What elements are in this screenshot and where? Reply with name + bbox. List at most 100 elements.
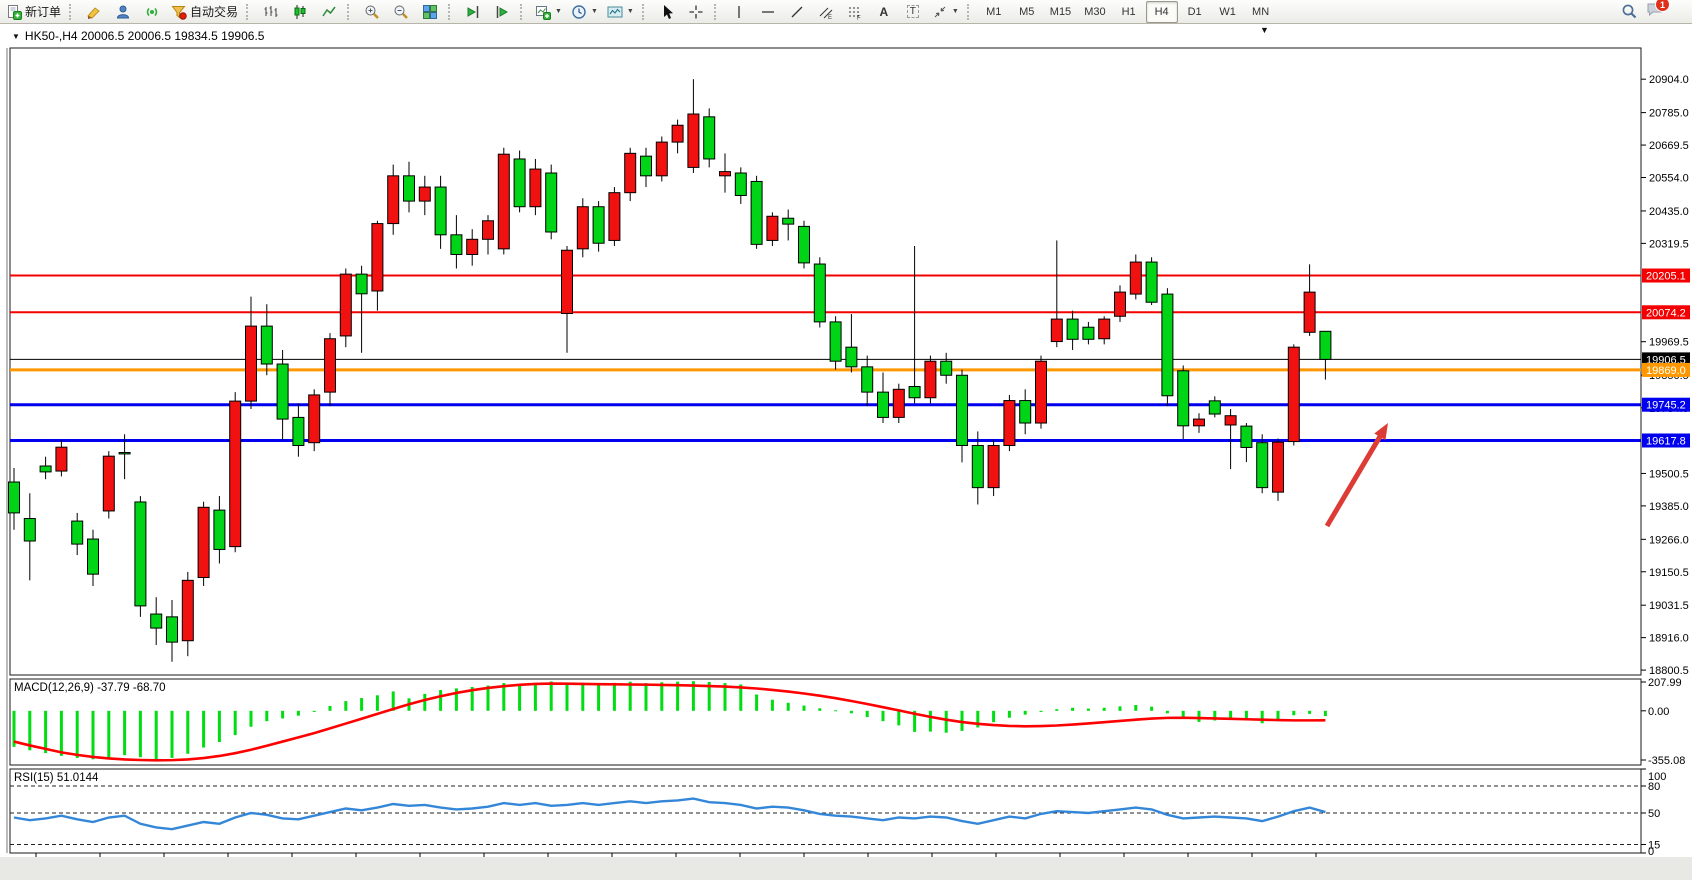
auto-trading-button[interactable]: 自动交易: [167, 1, 242, 23]
svg-text:20319.5: 20319.5: [1649, 238, 1689, 250]
svg-text:19031.5: 19031.5: [1649, 600, 1689, 612]
period-button[interactable]: ▼: [567, 1, 602, 23]
fibonacci-tool-button[interactable]: F: [841, 1, 869, 23]
crayon-button[interactable]: [80, 1, 108, 23]
toolbar-grip: [967, 4, 974, 20]
person-icon: [115, 4, 131, 20]
svg-text:207.99: 207.99: [1648, 677, 1682, 689]
zoom-in-button[interactable]: [358, 1, 386, 23]
svg-text:18800.5: 18800.5: [1649, 665, 1689, 677]
toolbar-grip: [246, 4, 253, 20]
horizontal-line-tool-button[interactable]: [754, 1, 782, 23]
vertical-line-tool-button[interactable]: [725, 1, 753, 23]
rsi-label: RSI(15) 51.0144: [14, 772, 99, 784]
channel-tool-button[interactable]: E: [812, 1, 840, 23]
notifications-button[interactable]: 1: [1646, 1, 1664, 22]
timeframe-button-H1[interactable]: H1: [1113, 1, 1145, 23]
clock-icon: [571, 4, 587, 20]
timeframe-button-MN[interactable]: MN: [1245, 1, 1277, 23]
svg-text:19385.0: 19385.0: [1649, 501, 1689, 513]
new-order-icon: [6, 4, 22, 20]
text-tool-icon: A: [880, 5, 889, 19]
fibonacci-icon: F: [847, 4, 863, 20]
tile-windows-button[interactable]: [416, 1, 444, 23]
funnel-icon: [171, 4, 187, 20]
svg-text:F: F: [857, 15, 861, 20]
symbol-dropdown-icon[interactable]: ▼: [12, 32, 20, 41]
svg-text:19745.2: 19745.2: [1646, 400, 1686, 412]
svg-text:0: 0: [1648, 846, 1654, 857]
market-watch-button[interactable]: [109, 1, 137, 23]
toolbar-overflow-icon[interactable]: ▼: [1260, 25, 1269, 35]
toolbar-grip: [448, 4, 455, 20]
search-icon[interactable]: [1621, 3, 1638, 20]
svg-text:20669.5: 20669.5: [1649, 140, 1689, 152]
svg-text:19150.5: 19150.5: [1649, 567, 1689, 579]
main-toolbar: 新订单 自动交易: [0, 0, 1692, 24]
bar-chart-button[interactable]: [257, 1, 285, 23]
svg-text:50: 50: [1648, 808, 1660, 820]
svg-text:20074.2: 20074.2: [1646, 307, 1686, 319]
svg-text:19869.0: 19869.0: [1646, 365, 1686, 377]
svg-text:19969.5: 19969.5: [1649, 337, 1689, 349]
equidistant-channel-icon: E: [818, 4, 834, 20]
template-chart-icon: [607, 4, 623, 20]
candlestick-chart-surface[interactable]: 20904.020785.020669.520554.020435.020319…: [0, 24, 1692, 857]
zoom-in-icon: [364, 4, 380, 20]
timeframe-button-H4[interactable]: H4: [1146, 1, 1178, 23]
cursor-tool-button[interactable]: [653, 1, 681, 23]
new-chart-icon: [535, 4, 551, 20]
cursor-icon: [659, 4, 675, 20]
horizontal-line-icon: [760, 4, 776, 20]
arrows-icon: [932, 4, 948, 20]
chart-shift-button[interactable]: [459, 1, 487, 23]
toolbar-grip: [642, 4, 649, 20]
trendline-tool-button[interactable]: [783, 1, 811, 23]
svg-text:20785.0: 20785.0: [1649, 108, 1689, 120]
timeframe-button-M5[interactable]: M5: [1011, 1, 1043, 23]
arrows-tool-button[interactable]: ▼: [928, 1, 963, 23]
toolbar-right-tools: 1: [1621, 1, 1664, 22]
svg-text:19500.5: 19500.5: [1649, 468, 1689, 480]
timeframe-button-M30[interactable]: M30: [1078, 1, 1111, 23]
candlestick-icon: [292, 4, 308, 20]
timeframe-button-D1[interactable]: D1: [1179, 1, 1211, 23]
chevron-down-icon: ▼: [591, 8, 598, 15]
template-button[interactable]: ▼: [603, 1, 638, 23]
chart-window[interactable]: ▼ HK50-,H4 20006.5 20006.5 19834.5 19906…: [0, 24, 1692, 857]
label-tool-button[interactable]: T: [899, 1, 927, 23]
svg-text:80: 80: [1648, 781, 1660, 793]
vertical-line-icon: [731, 4, 747, 20]
tile-windows-icon: [422, 4, 438, 20]
text-tool-button[interactable]: A: [870, 1, 898, 23]
crosshair-icon: [688, 4, 704, 20]
label-tool-icon: T: [907, 5, 919, 18]
zoom-out-button[interactable]: [387, 1, 415, 23]
new-order-button[interactable]: 新订单: [2, 1, 65, 23]
toolbar-grip: [714, 4, 721, 20]
new-chart-button[interactable]: ▼: [531, 1, 566, 23]
toolbar-grip: [520, 4, 527, 20]
timeframe-button-M15[interactable]: M15: [1044, 1, 1077, 23]
chevron-down-icon: ▼: [627, 8, 634, 15]
new-order-label: 新订单: [25, 3, 61, 20]
auto-trading-label: 自动交易: [190, 3, 238, 20]
zoom-out-icon: [393, 4, 409, 20]
window-bottom-strip: [0, 873, 1692, 880]
ohlc-bars-icon: [263, 4, 279, 20]
auto-scroll-button[interactable]: [488, 1, 516, 23]
signal-button[interactable]: [138, 1, 166, 23]
timeframe-group: M1M5M15M30H1H4D1W1MN: [978, 1, 1277, 23]
line-chart-button[interactable]: [315, 1, 343, 23]
svg-text:E: E: [828, 15, 832, 20]
chart-title: ▼ HK50-,H4 20006.5 20006.5 19834.5 19906…: [12, 29, 264, 43]
svg-text:19266.0: 19266.0: [1649, 534, 1689, 546]
chart-shift-icon: [465, 4, 481, 20]
timeframe-button-M1[interactable]: M1: [978, 1, 1010, 23]
svg-text:-355.08: -355.08: [1648, 755, 1685, 767]
svg-text:20205.1: 20205.1: [1646, 271, 1686, 283]
candlestick-button[interactable]: [286, 1, 314, 23]
svg-text:20435.0: 20435.0: [1649, 206, 1689, 218]
crosshair-tool-button[interactable]: [682, 1, 710, 23]
timeframe-button-W1[interactable]: W1: [1212, 1, 1244, 23]
